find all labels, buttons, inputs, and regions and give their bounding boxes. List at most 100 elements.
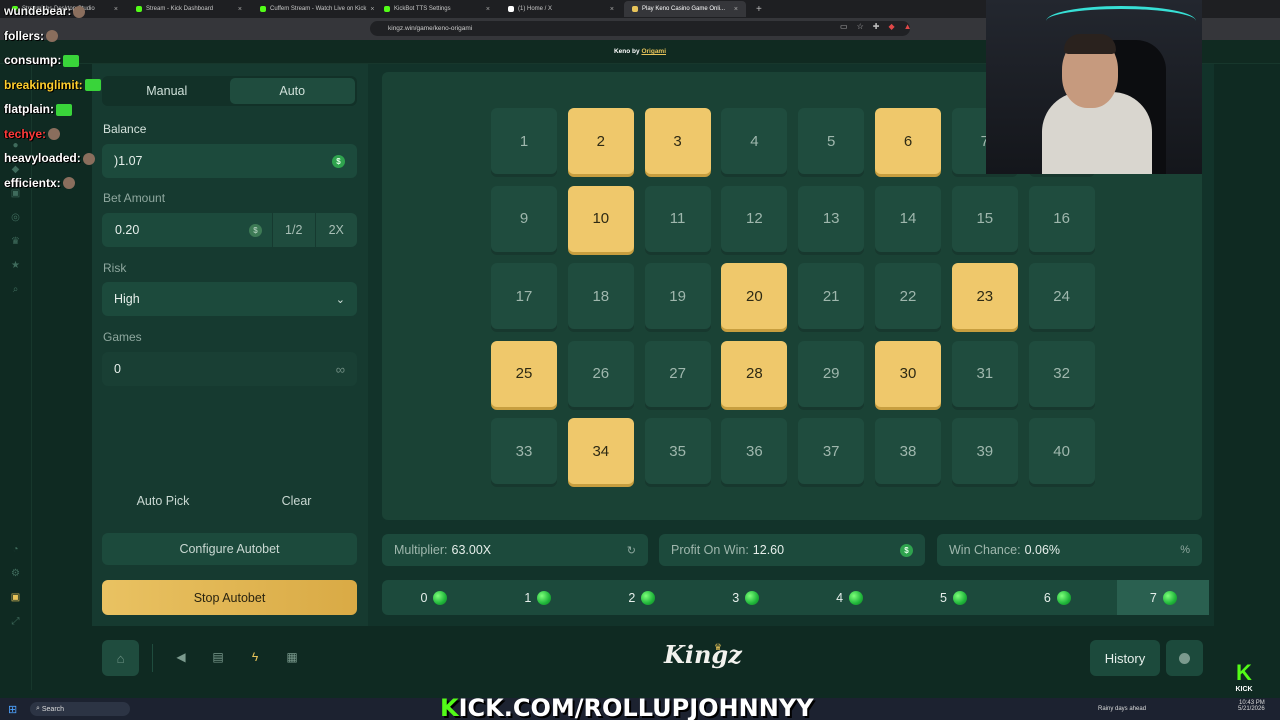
games-input[interactable]: 0 ∞ [102,352,357,386]
keno-tile[interactable]: 22 [875,263,941,329]
casino-icon[interactable]: ● [10,140,21,151]
fairness-button[interactable] [1166,640,1203,676]
taskbar-clock[interactable]: 10:43 PM 5/21/2026 [1238,700,1265,714]
clear-button[interactable]: Clear [236,485,357,517]
win-chance-box: Win Chance: 0.06% % [937,534,1202,566]
keno-tile[interactable]: 5 [798,108,865,174]
taskbar-search[interactable]: ⌕ Search [30,702,130,716]
close-tab-icon[interactable]: × [114,6,118,13]
sports-icon[interactable]: ◎ [10,212,21,223]
keno-tile[interactable]: 31 [951,340,1018,407]
payout-cell[interactable]: 3 [694,580,798,615]
keno-tile[interactable]: 1 [491,108,557,174]
payout-cell[interactable]: 4 [798,580,902,615]
payout-cell[interactable]: 7 [1117,580,1210,615]
keno-tile[interactable]: 33 [491,418,557,484]
bell-icon[interactable]: ◔ [10,544,21,555]
crown-icon[interactable]: ♛ [10,236,21,247]
keno-tile[interactable]: 40 [1028,418,1095,484]
keno-tile[interactable]: 14 [875,185,941,252]
profile-icon[interactable]: ▲ [904,22,912,31]
keno-tile[interactable]: 32 [1028,340,1095,407]
cast-icon[interactable]: ▭ [840,22,848,31]
payout-cell[interactable]: 0 [382,580,486,615]
risk-select[interactable]: High ⌄ [102,282,357,316]
bookmark-icon[interactable]: ☆ [857,22,864,31]
close-tab-icon[interactable]: × [486,6,490,13]
keno-tile[interactable]: 28 [721,340,788,407]
payout-cell[interactable]: 2 [590,580,694,615]
search-icon[interactable]: ⌕ [10,284,21,295]
payout-cell[interactable]: 1 [486,580,590,615]
keno-tile[interactable]: 24 [1028,263,1095,329]
keno-tile[interactable]: 30 [875,340,941,407]
payout-cell[interactable]: 5 [902,580,1006,615]
provider-link[interactable]: Origami [641,48,666,55]
dice-icon[interactable]: ◆ [10,164,21,175]
keno-tile[interactable]: 3 [644,108,711,174]
tab-auto[interactable]: Auto [229,78,355,104]
expand-icon[interactable]: ⤢ [10,616,21,627]
keno-tile[interactable]: 13 [798,185,865,252]
auto-pick-button[interactable]: Auto Pick [102,485,224,517]
close-tab-icon[interactable]: × [734,6,738,13]
windows-start-icon[interactable]: ⊞ [8,702,17,716]
keno-tile[interactable]: 39 [951,418,1018,484]
keno-tile[interactable]: 27 [644,340,711,407]
payout-cell[interactable]: 6 [1005,580,1109,615]
half-bet-button[interactable]: 1/2 [272,213,315,247]
browser-tab[interactable]: KickBot TTS Settings × [376,1,498,17]
keno-tile[interactable]: 21 [798,263,865,329]
browser-tab[interactable]: (1) Home / X × [500,1,622,17]
cards-icon[interactable]: ▣ [10,188,21,199]
keno-tile[interactable]: 6 [875,108,941,174]
keno-tile[interactable]: 36 [721,418,788,484]
weather-widget[interactable]: Rainy days ahead [1098,702,1146,716]
keno-tile[interactable]: 18 [567,263,634,329]
close-tab-icon[interactable]: × [238,6,242,13]
keno-tile[interactable]: 16 [1028,185,1095,252]
sound-icon[interactable]: ◀ [174,650,188,666]
stop-autobet-button[interactable]: Stop Autobet [102,580,357,615]
extension-icon[interactable]: ✚ [873,22,880,31]
close-tab-icon[interactable]: × [610,6,614,13]
double-bet-button[interactable]: 2X [314,213,357,247]
keno-tile[interactable]: 29 [798,340,865,407]
wallet-icon[interactable]: ▣ [10,592,21,603]
book-icon[interactable]: ▤ [211,650,225,666]
keno-tile[interactable]: 38 [875,418,941,484]
keno-tile[interactable]: 9 [491,185,557,252]
browser-tab[interactable]: Cuffem Stream - Watch Live on Kick × [252,1,374,17]
keno-tile[interactable]: 10 [567,185,634,252]
keno-tile[interactable]: 26 [567,340,634,407]
lightning-icon[interactable]: ϟ [248,650,262,666]
bet-amount-input[interactable]: 0.20 $ [102,213,272,247]
close-tab-icon[interactable]: × [370,6,374,13]
keno-tile[interactable]: 23 [951,263,1018,329]
keno-tile[interactable]: 15 [951,185,1018,252]
url-field[interactable]: kingz.win/game/keno-origami [370,21,910,36]
keno-tile[interactable]: 35 [644,418,711,484]
infinity-icon[interactable]: ∞ [336,362,345,377]
stats-icon[interactable]: ▦ [285,650,299,666]
shield-icon[interactable]: ◆ [888,22,894,31]
settings-icon[interactable]: ⚙ [10,568,21,579]
keno-tile[interactable]: 11 [644,185,711,252]
keno-tile[interactable]: 37 [798,418,865,484]
new-tab-icon[interactable]: + [748,4,770,15]
keno-tile[interactable]: 25 [491,340,557,407]
keno-tile[interactable]: 17 [491,263,557,329]
browser-tab[interactable]: Play Keno Casino Game Onli... × [624,1,746,17]
keno-tile[interactable]: 4 [721,108,788,174]
history-button[interactable]: History [1090,640,1160,676]
browser-tab[interactable]: Stream - Kick Dashboard × [128,1,250,17]
star-icon[interactable]: ★ [10,260,21,271]
configure-autobet-button[interactable]: Configure Autobet [102,533,357,565]
keno-tile[interactable]: 12 [721,185,788,252]
tab-manual[interactable]: Manual [104,78,230,104]
home-button[interactable]: ⌂ [102,640,139,676]
keno-tile[interactable]: 2 [567,108,634,174]
keno-tile[interactable]: 20 [721,263,788,329]
keno-tile[interactable]: 34 [567,418,634,484]
keno-tile[interactable]: 19 [644,263,711,329]
